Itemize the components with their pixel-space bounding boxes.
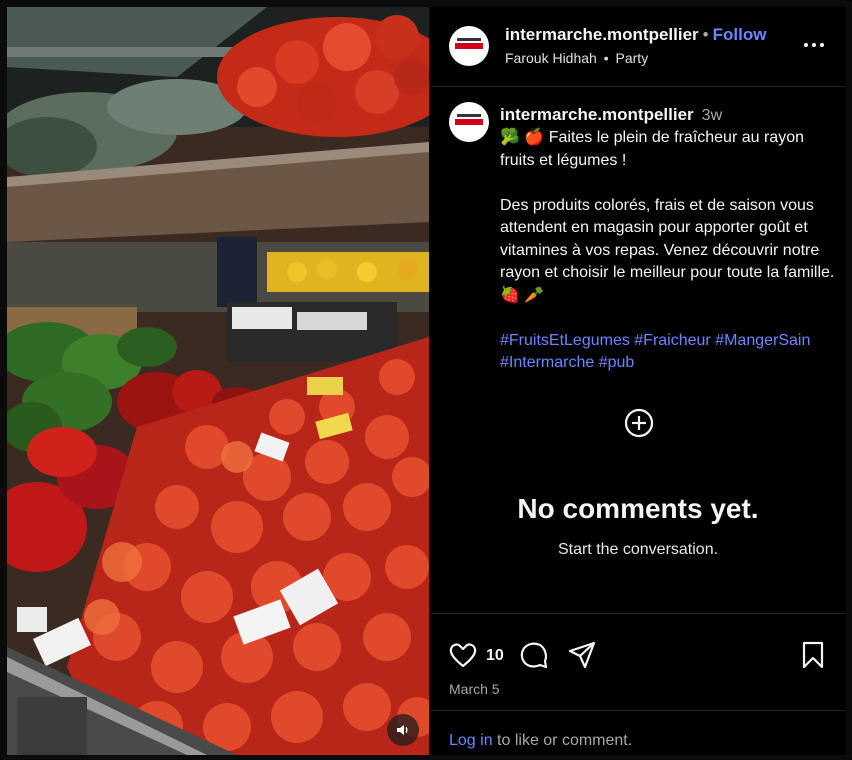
post-details-panel: intermarche.montpellier • Follow Farouk Hi… bbox=[430, 7, 846, 755]
caption-avatar[interactable] bbox=[449, 102, 489, 142]
share-icon[interactable] bbox=[567, 640, 597, 670]
intermarche-logo bbox=[455, 38, 483, 49]
post-video[interactable] bbox=[7, 7, 429, 755]
caption-body: 🥦 🍎 Faites le plein de fraîcheur au rayo… bbox=[500, 127, 840, 375]
header-title-row: intermarche.montpellier • Follow bbox=[505, 25, 766, 45]
mute-toggle-button[interactable] bbox=[387, 714, 419, 746]
caption-text: 🥦 🍎 Faites le plein de fraîcheur au rayo… bbox=[500, 129, 835, 304]
caption-hashtags[interactable]: #FruitsEtLegumes #Fraicheur #MangerSain … bbox=[500, 332, 815, 372]
speaker-icon bbox=[397, 725, 408, 735]
login-rest: to like or comment. bbox=[492, 732, 633, 749]
bookmark-icon[interactable] bbox=[798, 640, 828, 670]
follow-button[interactable]: Follow bbox=[713, 25, 767, 44]
avatar[interactable] bbox=[449, 26, 489, 66]
add-comment-icon[interactable] bbox=[623, 407, 655, 439]
header-username[interactable]: intermarche.montpellier bbox=[505, 25, 699, 44]
caption-header: intermarche.montpellier 3w bbox=[500, 105, 722, 125]
no-comments-title: No comments yet. bbox=[517, 493, 759, 524]
audio-info[interactable]: Farouk Hidhah • Party bbox=[505, 50, 648, 66]
audio-title: Party bbox=[615, 50, 649, 66]
caption-username[interactable]: intermarche.montpellier bbox=[500, 105, 694, 124]
caption-time[interactable]: 3w bbox=[702, 107, 722, 124]
post-actions: 10 March 5 Log in to like or comment. bbox=[430, 613, 846, 755]
like-count[interactable]: 10 bbox=[486, 647, 504, 665]
post-date[interactable]: March 5 bbox=[449, 681, 500, 697]
post-modal: intermarche.montpellier • Follow Farouk Hi… bbox=[0, 0, 852, 760]
no-comments-subtitle: Start the conversation. bbox=[557, 541, 719, 558]
heart-icon[interactable] bbox=[448, 640, 478, 670]
audio-artist: Farouk Hidhah bbox=[505, 50, 597, 66]
more-horizontal-icon[interactable] bbox=[802, 33, 826, 57]
login-link[interactable]: Log in bbox=[449, 732, 493, 749]
separator-dot: • bbox=[702, 25, 709, 44]
login-text: Log in to like or comment. bbox=[449, 732, 632, 750]
audio-separator: • bbox=[603, 50, 609, 66]
post-header: intermarche.montpellier • Follow Farouk Hi… bbox=[430, 7, 846, 87]
login-prompt: Log in to like or comment. bbox=[430, 710, 846, 756]
intermarche-logo bbox=[455, 114, 483, 125]
comment-icon[interactable] bbox=[519, 640, 549, 670]
video-frame-produce bbox=[7, 7, 429, 755]
